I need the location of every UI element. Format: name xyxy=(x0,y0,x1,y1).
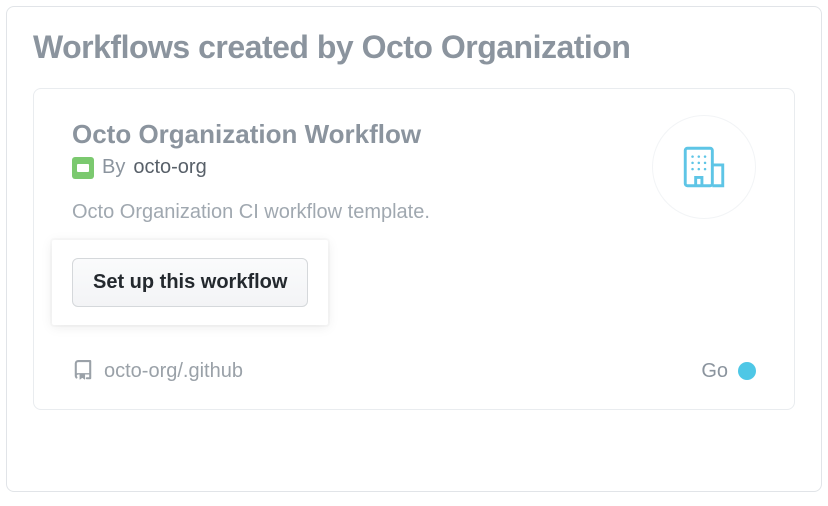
byline: By octo-org xyxy=(72,156,652,179)
workflow-title: Octo Organization Workflow xyxy=(72,119,652,150)
workflow-description: Octo Organization CI workflow template. xyxy=(72,201,652,224)
repo-link[interactable]: octo-org/.github xyxy=(72,359,243,383)
repo-icon xyxy=(72,359,94,383)
organization-icon xyxy=(679,142,729,192)
section-title: Workflows created by Octo Organization xyxy=(33,29,795,66)
language-indicator: Go xyxy=(701,360,756,383)
language-dot xyxy=(738,362,756,380)
setup-workflow-button[interactable]: Set up this workflow xyxy=(72,258,308,307)
workflow-icon-circle xyxy=(652,115,756,219)
card-header: Octo Organization Workflow By octo-org O… xyxy=(72,119,756,240)
card-footer: octo-org/.github Go xyxy=(72,359,756,383)
card-title-block: Octo Organization Workflow By octo-org O… xyxy=(72,119,652,240)
setup-highlight: Set up this workflow xyxy=(52,240,328,325)
author-name[interactable]: octo-org xyxy=(133,156,206,179)
author-avatar xyxy=(72,157,94,179)
language-name: Go xyxy=(701,360,728,383)
workflow-card: Octo Organization Workflow By octo-org O… xyxy=(33,88,795,410)
by-label: By xyxy=(102,156,125,179)
workflows-section: Workflows created by Octo Organization O… xyxy=(6,6,822,492)
repo-name: octo-org/.github xyxy=(104,360,243,383)
